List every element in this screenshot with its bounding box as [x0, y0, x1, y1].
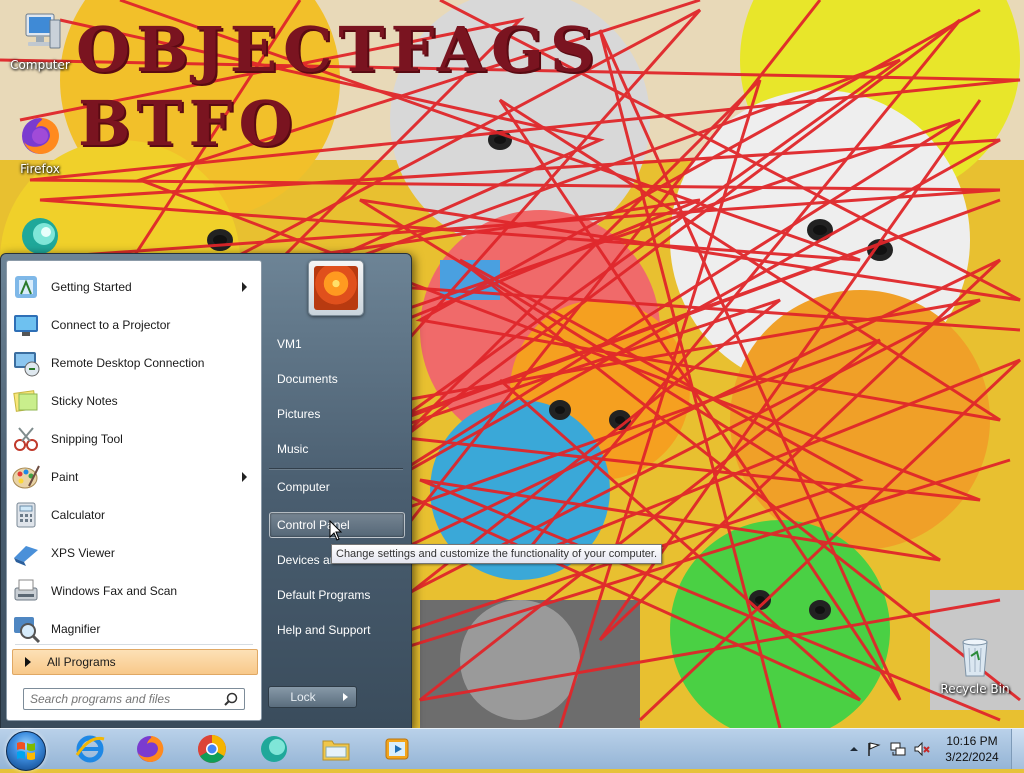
xps-viewer-icon: [11, 538, 41, 568]
search-programs-box[interactable]: [23, 688, 245, 710]
taskbar-internet-explorer[interactable]: [62, 731, 118, 767]
start-button[interactable]: [6, 731, 46, 771]
media-player-icon: [385, 738, 409, 760]
volume-muted-icon[interactable]: [914, 741, 930, 757]
taskbar-app[interactable]: [246, 731, 302, 767]
start-link-pictures[interactable]: Pictures: [269, 401, 405, 427]
program-label: Snipping Tool: [51, 432, 123, 446]
start-link-computer[interactable]: Computer: [269, 474, 405, 500]
program-label: Paint: [51, 470, 79, 484]
desktop-icon-recycle-bin[interactable]: Recycle Bin: [935, 632, 1015, 696]
program-magnifier[interactable]: Magnifier: [11, 612, 257, 646]
start-menu: Getting Started Connect to a Projector R…: [0, 253, 412, 730]
chrome-icon: [198, 735, 226, 763]
desktop-icon-label: Firefox: [20, 162, 60, 176]
desktop-icon-computer[interactable]: Computer: [0, 8, 80, 72]
paint-palette-icon: [11, 462, 41, 492]
program-remote-desktop[interactable]: Remote Desktop Connection: [11, 346, 257, 380]
flower-picture-icon: [314, 266, 358, 310]
program-label: Windows Fax and Scan: [51, 584, 178, 598]
control-panel-tooltip: Change settings and customize the functi…: [331, 544, 663, 564]
fax-icon: [11, 576, 41, 606]
submenu-arrow-icon[interactable]: [242, 472, 247, 482]
desktop-icon-firefox[interactable]: Firefox: [0, 112, 80, 176]
wallpaper-title-line2: BTFO: [78, 87, 299, 160]
program-label: Magnifier: [51, 622, 101, 636]
shutdown-options-button[interactable]: [336, 686, 357, 708]
taskbar-file-explorer[interactable]: [308, 731, 364, 767]
clock-time: 10:16 PM: [946, 734, 998, 748]
start-link-help-support[interactable]: Help and Support: [269, 617, 405, 643]
taskbar-chrome[interactable]: [184, 731, 240, 767]
firefox-icon: [16, 112, 64, 160]
lock-button[interactable]: Lock: [268, 686, 338, 708]
clock-date: 3/22/2024: [945, 750, 999, 764]
program-snipping-tool[interactable]: Snipping Tool: [11, 422, 257, 456]
calculator-icon: [11, 500, 41, 530]
arrow-right-icon: [25, 657, 31, 667]
magnifier-icon: [11, 614, 41, 644]
windows-logo-icon: [17, 742, 35, 760]
program-xps-viewer[interactable]: XPS Viewer: [11, 536, 257, 570]
show-hidden-icons-icon[interactable]: [846, 741, 862, 757]
file-explorer-icon: [322, 740, 350, 761]
program-paint[interactable]: Paint: [11, 460, 257, 494]
sticky-notes-icon: [11, 386, 41, 416]
program-label: Calculator: [51, 508, 106, 522]
submenu-arrow-icon[interactable]: [242, 282, 247, 292]
program-fax-scan[interactable]: Windows Fax and Scan: [11, 574, 257, 608]
program-label: Connect to a Projector: [51, 318, 171, 332]
all-programs-button[interactable]: All Programs: [12, 649, 258, 675]
start-link-vm1[interactable]: VM1: [269, 331, 405, 357]
remote-desktop-icon: [11, 348, 41, 378]
program-connect-projector[interactable]: Connect to a Projector: [11, 308, 257, 342]
search-icon[interactable]: [224, 692, 238, 706]
network-icon[interactable]: [890, 741, 906, 757]
start-menu-programs-pane: Getting Started Connect to a Projector R…: [6, 260, 262, 721]
user-avatar[interactable]: [308, 260, 364, 316]
program-getting-started[interactable]: Getting Started: [11, 270, 257, 304]
program-label: XPS Viewer: [51, 546, 115, 560]
wallpaper-title-line1: OBJECTFAGS: [76, 13, 601, 86]
start-link-documents[interactable]: Documents: [269, 366, 405, 392]
scissors-icon: [11, 424, 41, 454]
recycle-bin-icon: [951, 632, 999, 680]
desktop-icon-label: Recycle Bin: [940, 682, 1010, 696]
program-calculator[interactable]: Calculator: [11, 498, 257, 532]
projector-icon: [11, 310, 41, 340]
taskbar-firefox[interactable]: [122, 731, 178, 767]
program-label: Getting Started: [51, 280, 132, 294]
program-label: Remote Desktop Connection: [51, 356, 205, 370]
mouse-cursor-icon: [329, 519, 343, 545]
action-center-flag-icon[interactable]: [866, 741, 882, 757]
arrow-right-icon: [343, 693, 348, 701]
taskbar: 10:16 PM 3/22/2024: [0, 728, 1024, 771]
divider: [269, 468, 403, 470]
desktop-icon-label: Computer: [10, 58, 70, 72]
show-desktop-button[interactable]: [1011, 729, 1024, 769]
divider: [15, 644, 253, 645]
app-icon: [261, 736, 287, 762]
start-link-default-programs[interactable]: Default Programs: [269, 582, 405, 608]
taskbar-media-player[interactable]: [370, 731, 426, 767]
program-label: Sticky Notes: [51, 394, 118, 408]
program-sticky-notes[interactable]: Sticky Notes: [11, 384, 257, 418]
start-link-music[interactable]: Music: [269, 436, 405, 462]
search-input[interactable]: [24, 689, 226, 709]
getting-started-icon: [11, 272, 41, 302]
taskbar-clock[interactable]: 10:16 PM 3/22/2024: [932, 733, 1012, 765]
computer-icon: [16, 8, 64, 56]
all-programs-label: All Programs: [47, 655, 116, 669]
firefox-icon: [137, 735, 164, 762]
internet-explorer-icon: [75, 735, 105, 763]
